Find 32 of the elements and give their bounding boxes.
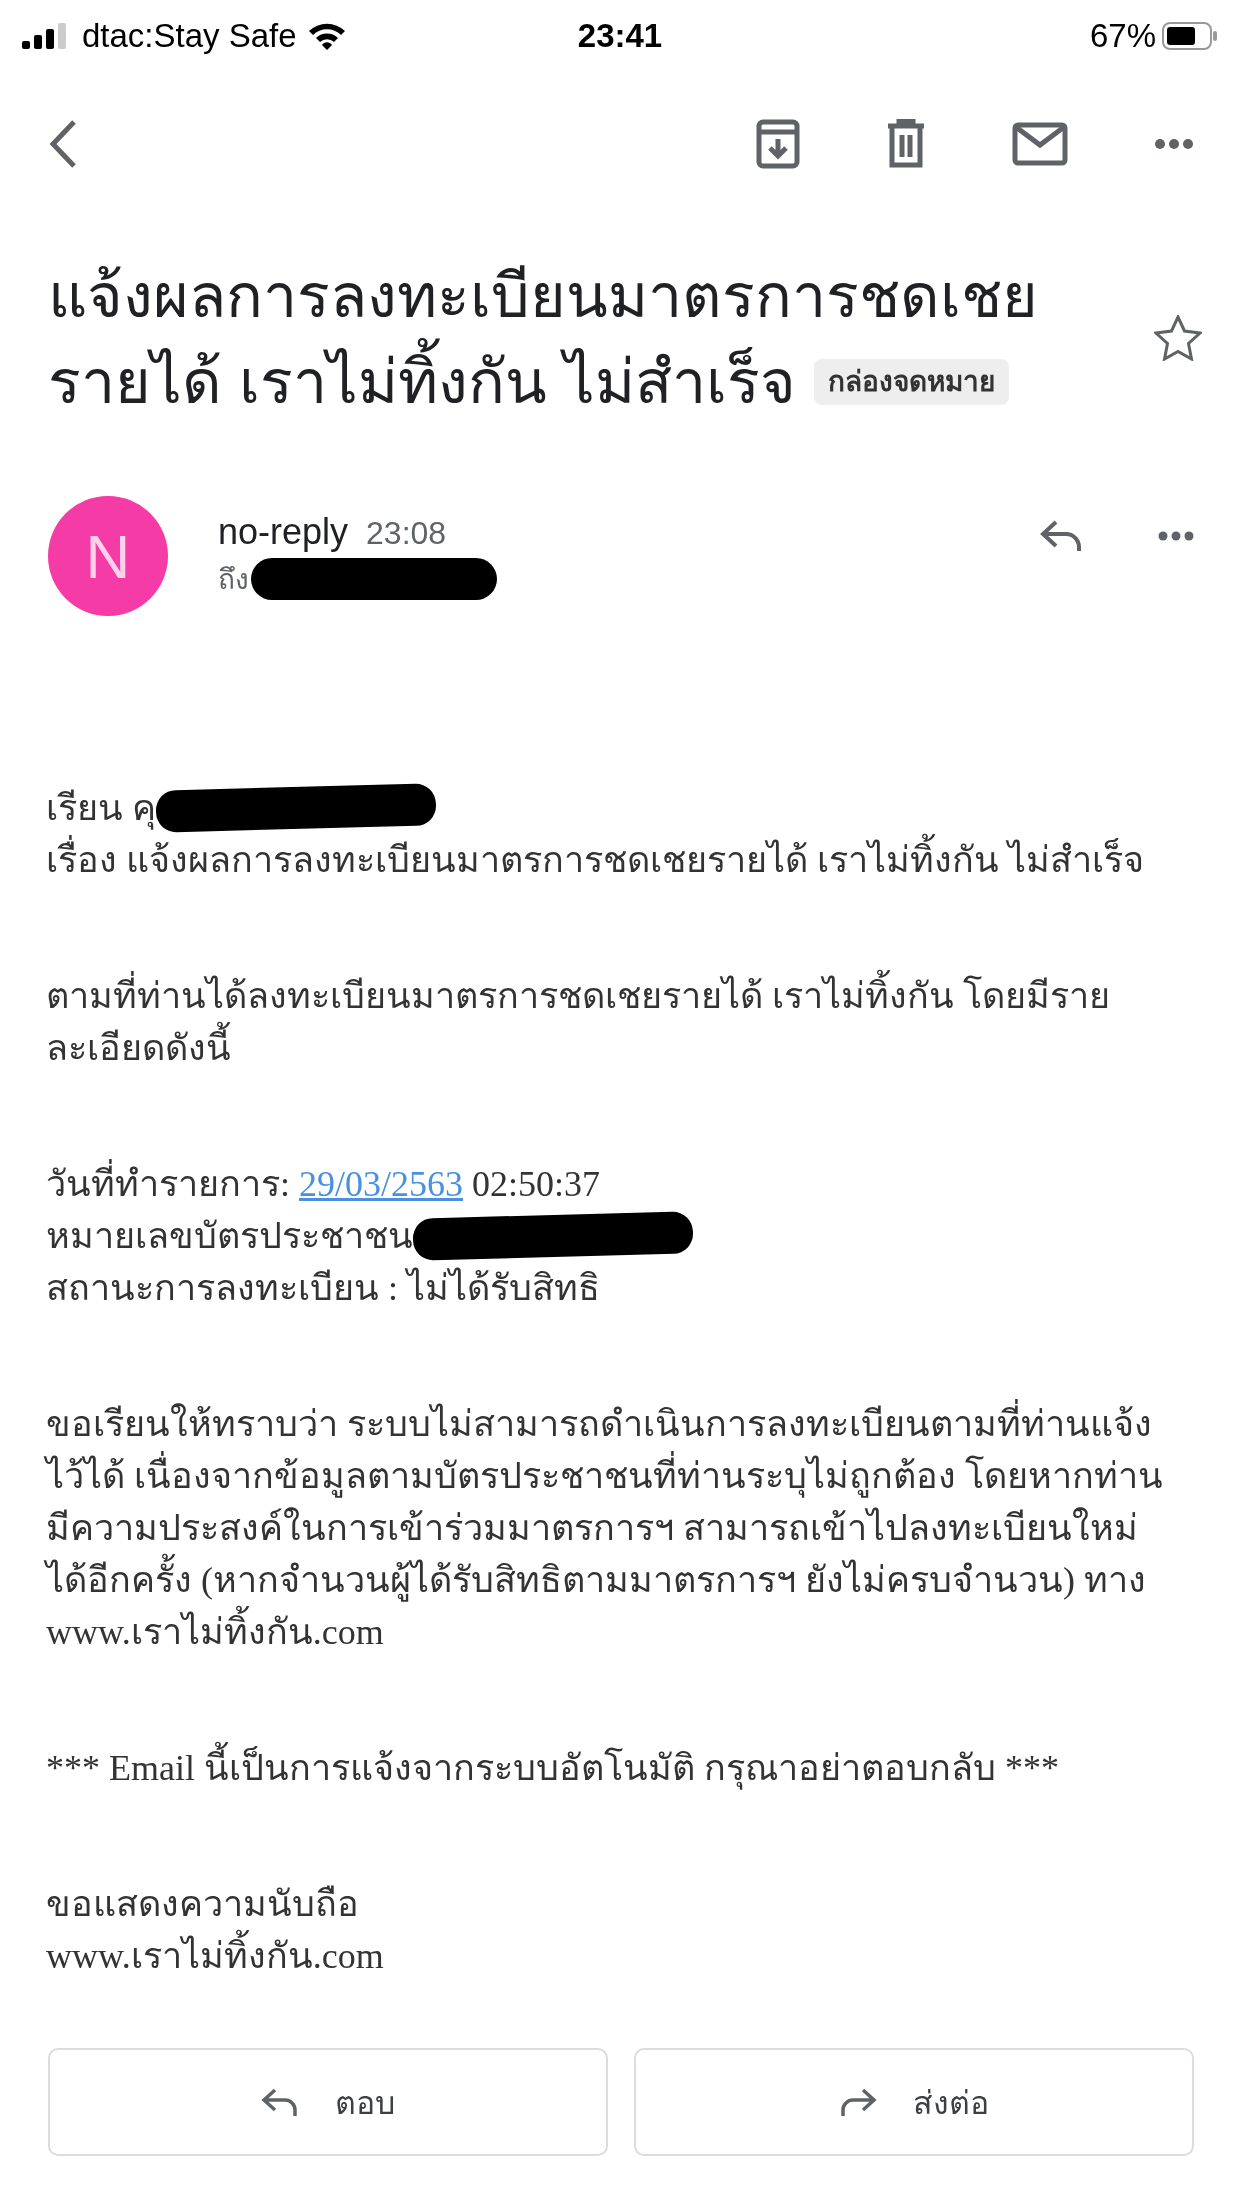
delete-icon[interactable] [886, 119, 926, 169]
body-text: ตามที่ท่านได้ลงทะเบียนมาตรการชดเชยรายได้ เราไม่ทิ้งกัน โดยมีราย ละเอียดดังนี้ [46, 970, 1222, 1074]
body-text: 02:50:37 [471, 1163, 601, 1206]
avatar: N [48, 496, 168, 616]
body-text: วันที่ทำรายการ: [46, 1158, 299, 1210]
mail-icon[interactable] [1012, 122, 1068, 166]
reply-icon[interactable] [1040, 519, 1082, 553]
body-text: *** Email นี้เป็นการแจ้งจากระบบอัตโนมัติ กรุณาอย่าตอบกลับ *** [46, 1742, 1222, 1794]
clock-time: 23:41 [576, 17, 664, 55]
forward-button[interactable]: ส่งต่อ [634, 2048, 1194, 2156]
carrier-name: dtac:Stay Safe [82, 17, 297, 55]
body-text: หมายเลขบัตรประชาชน [46, 1215, 413, 1258]
subject-line: รายได้ เราไม่ทิ้งกัน ไม่สำเร็จ [48, 339, 796, 425]
email-time: 23:08 [366, 515, 447, 551]
back-icon[interactable] [48, 119, 78, 169]
forward-arrow-icon [839, 2087, 877, 2117]
star-icon[interactable] [1154, 315, 1202, 361]
battery-icon [1162, 22, 1218, 50]
more-icon[interactable] [1154, 138, 1194, 150]
more-icon[interactable] [1158, 531, 1194, 541]
archive-icon[interactable] [756, 119, 800, 169]
reply-button[interactable]: ตอบ [48, 2048, 608, 2156]
recipient-label: ถึง [218, 563, 249, 597]
body-text: สถานะการลงทะเบียน : ไม่ได้รับสิทธิ [46, 1266, 601, 1310]
body-text: เรียน คุ [46, 787, 156, 832]
subject-line: แจ้งผลการลงทะเบียนมาตรการชดเชย [48, 261, 1038, 332]
sender-name: no-reply [218, 511, 349, 552]
body-text: เรื่อง แจ้งผลการลงทะเบียนมาตรการชดเชยรายได้ เราไม่ทิ้งกัน ไม่สำเร็จ [46, 834, 1222, 886]
battery-percent: 67% [1089, 17, 1156, 55]
label-tag[interactable]: กล่องจดหมาย [813, 359, 1009, 405]
body-text: ขอแสดงความนับถือ www.เราไม่ทิ้งกัน.com [46, 1883, 385, 1978]
reply-arrow-icon [261, 2087, 299, 2117]
